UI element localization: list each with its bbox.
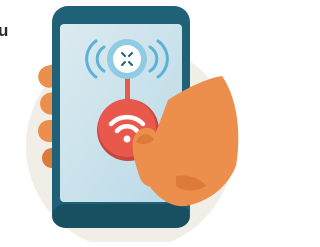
wifi-icon-dot bbox=[123, 135, 131, 143]
top-button[interactable] bbox=[107, 39, 147, 79]
phone-tap-illustration bbox=[26, 6, 239, 247]
edge-text-fragment: u bbox=[0, 21, 9, 40]
illustration: u bbox=[0, 0, 242, 247]
phone-bottom-bezel bbox=[52, 204, 190, 228]
